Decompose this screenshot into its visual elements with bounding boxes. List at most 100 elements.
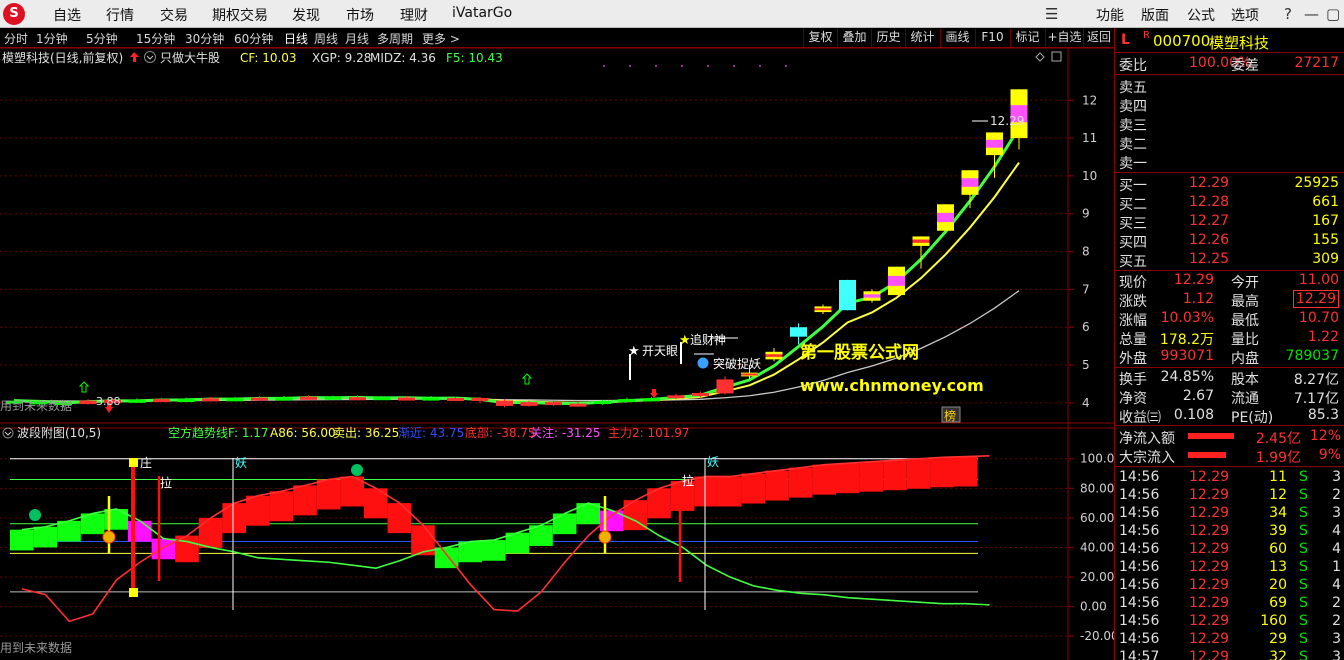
tick-time: 14:56 <box>1119 505 1160 521</box>
bid-price: 12.26 <box>1189 232 1230 248</box>
menu-item-hangqing[interactable]: 行情 <box>106 5 134 25</box>
main-chart-title[interactable]: 模塑科技(日线,前复权) <box>2 50 123 65</box>
trend-bar <box>151 538 176 560</box>
tool-add-watch[interactable]: +自选 <box>1045 29 1083 47</box>
menu-item-layout[interactable]: 版面 <box>1141 5 1169 25</box>
tick-side: S <box>1299 523 1308 539</box>
indicator-dibu: 底部: -38.75 <box>465 425 536 440</box>
menu-item-ivatargo[interactable]: iVatarGo <box>452 5 512 21</box>
stat-value: 11.00 <box>1298 272 1339 288</box>
menu-item-finance[interactable]: 理财 <box>400 5 428 25</box>
tick-count: 2 <box>1332 613 1341 629</box>
trend-bar <box>246 495 270 526</box>
list-icon[interactable]: ☰ <box>1045 5 1058 23</box>
period-30min[interactable]: 30分钟 <box>185 30 224 47</box>
weibi-row: 委比 100.00% 委差 27217 <box>1119 55 1339 74</box>
menu-item-option-trade[interactable]: 期权交易 <box>212 5 268 25</box>
tool-back[interactable]: 返回 <box>1083 29 1114 47</box>
marker-yao-1: 妖 <box>235 456 247 470</box>
tick-row: 14:56 12.29 160 S 2 <box>1115 612 1344 631</box>
trend-bar <box>293 485 317 516</box>
rank-badge[interactable]: 榜 <box>944 408 956 423</box>
stock-name[interactable]: 模塑科技 <box>1209 32 1269 53</box>
period-1min[interactable]: 1分钟 <box>36 30 68 47</box>
tool-diejia[interactable]: 叠加 <box>837 29 871 47</box>
period-daily[interactable]: 日线 <box>284 30 308 47</box>
period-more[interactable]: 更多 > <box>422 30 460 47</box>
tool-fuquan[interactable]: 复权 <box>803 29 837 47</box>
tick-row: 14:56 12.29 34 S 3 <box>1115 504 1344 523</box>
ask-row: 卖一 <box>1115 152 1344 172</box>
menu-item-discover[interactable]: 发现 <box>292 5 320 25</box>
stock-code[interactable]: 000700 <box>1153 32 1210 50</box>
period-15min[interactable]: 15分钟 <box>136 30 175 47</box>
stat-label: 涨幅 <box>1119 313 1147 329</box>
bid-volume: 167 <box>1312 213 1339 229</box>
candle-body <box>275 397 293 401</box>
bid-label: 买三 <box>1119 216 1147 232</box>
candle-inner <box>888 275 905 286</box>
tick-volume: 69 <box>1269 595 1287 611</box>
tick-side: S <box>1299 487 1308 503</box>
ask-label: 卖三 <box>1119 118 1147 134</box>
blue-dot-icon <box>697 357 709 369</box>
menu-item-zixuan[interactable]: 自选 <box>53 5 81 25</box>
candle-body <box>716 379 734 394</box>
menu-item-options[interactable]: 选项 <box>1231 5 1259 25</box>
stat-label: 量比 <box>1231 332 1259 348</box>
tool-lishi[interactable]: 历史 <box>871 29 905 47</box>
tick-time: 14:57 <box>1119 649 1160 660</box>
period-5min[interactable]: 5分钟 <box>86 30 118 47</box>
period-60min[interactable]: 60分钟 <box>234 30 273 47</box>
tick-side: S <box>1299 577 1308 593</box>
trend-bar <box>458 541 482 563</box>
period-monthly[interactable]: 月线 <box>345 30 369 47</box>
tick-time: 14:56 <box>1119 613 1160 629</box>
menu-item-jiaoyi[interactable]: 交易 <box>160 5 188 25</box>
stat-value: 1.12 <box>1182 291 1214 307</box>
chart-area[interactable]: 4 5 6 7 8 9 10 11 12 模塑科技(日线,前复权) 只做大牛股 CF: 10.0… <box>0 48 1114 660</box>
marker-la-1: 拉 <box>160 475 172 490</box>
y-tick-label: 5 <box>1082 358 1090 372</box>
stat-value: 12.29 <box>1292 290 1339 308</box>
tick-side: S <box>1299 613 1308 629</box>
stat-value: 2.67 <box>1182 388 1214 404</box>
period-weekly[interactable]: 周线 <box>314 30 338 47</box>
tick-row: 14:56 12.29 60 S 4 <box>1115 540 1344 559</box>
tool-tongji[interactable]: 统计 <box>905 29 939 47</box>
tick-volume: 60 <box>1269 541 1287 557</box>
panel-maximize-icon[interactable] <box>1051 51 1062 62</box>
bid-volume: 155 <box>1312 232 1339 248</box>
minimize-icon[interactable]: — <box>1304 5 1319 23</box>
tool-biaoji[interactable]: 标记 <box>1010 29 1044 47</box>
help-icon[interactable]: ? <box>1284 5 1292 23</box>
formula-name[interactable]: 只做大牛股 <box>160 50 220 65</box>
indicator-kongfang: 空方趋势线F: 1.17 <box>168 425 269 440</box>
tool-huaxian[interactable]: 画线 <box>940 29 974 47</box>
dropdown-circle-icon[interactable] <box>2 427 14 439</box>
candle-inner <box>863 294 881 298</box>
watermark-title: 第一股票公式网 <box>800 342 919 363</box>
star-icon: ★ <box>628 344 640 359</box>
stat-label: 净资 <box>1119 391 1147 407</box>
tick-time: 14:56 <box>1119 487 1160 503</box>
period-multi[interactable]: 多周期 <box>377 30 413 47</box>
dropdown-circle-icon[interactable] <box>144 51 156 63</box>
diamond-icon[interactable] <box>1035 52 1045 62</box>
indicator-xgp: XGP: 9.28 <box>312 51 371 65</box>
period-fenshi[interactable]: 分时 <box>4 30 28 47</box>
menu-item-market[interactable]: 市场 <box>346 5 374 25</box>
maximize-icon[interactable]: ▢ <box>1326 5 1340 23</box>
flow-value: 2.45亿 <box>1255 431 1301 447</box>
tool-f10[interactable]: F10 <box>975 29 1009 47</box>
last-price-label: 12.29 <box>990 114 1024 128</box>
tick-side: S <box>1299 649 1308 660</box>
indicator-maichu: 卖出: 36.25 <box>333 426 399 440</box>
sub-chart-title[interactable]: 波段附图(10,5) <box>17 425 101 440</box>
y-tick-label: 6 <box>1082 320 1090 334</box>
menu-item-formula[interactable]: 公式 <box>1187 5 1215 25</box>
candle-body <box>618 399 636 403</box>
candle-body <box>324 396 342 400</box>
bid-price: 12.28 <box>1189 194 1230 210</box>
menu-item-function[interactable]: 功能 <box>1096 5 1124 25</box>
